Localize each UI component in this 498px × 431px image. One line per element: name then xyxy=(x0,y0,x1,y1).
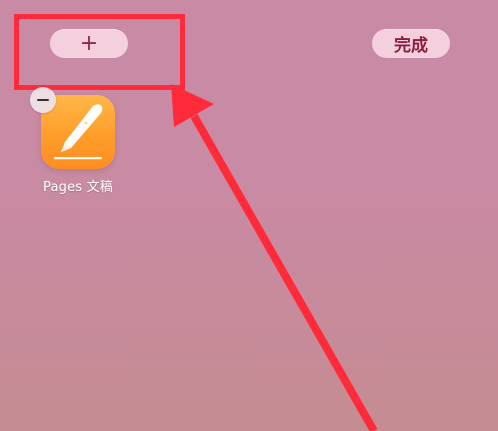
app-label: Pages 文稿 xyxy=(43,180,113,195)
minus-icon xyxy=(37,98,49,102)
done-label: 完成 xyxy=(394,36,428,56)
done-button[interactable]: 完成 xyxy=(372,29,450,58)
annotation-arrow xyxy=(171,84,378,431)
arrow-head xyxy=(171,84,214,127)
remove-app-button[interactable] xyxy=(30,87,56,113)
arrow-shaft xyxy=(190,114,378,431)
add-label: + xyxy=(79,30,99,56)
add-widget-button[interactable]: + xyxy=(50,29,128,58)
